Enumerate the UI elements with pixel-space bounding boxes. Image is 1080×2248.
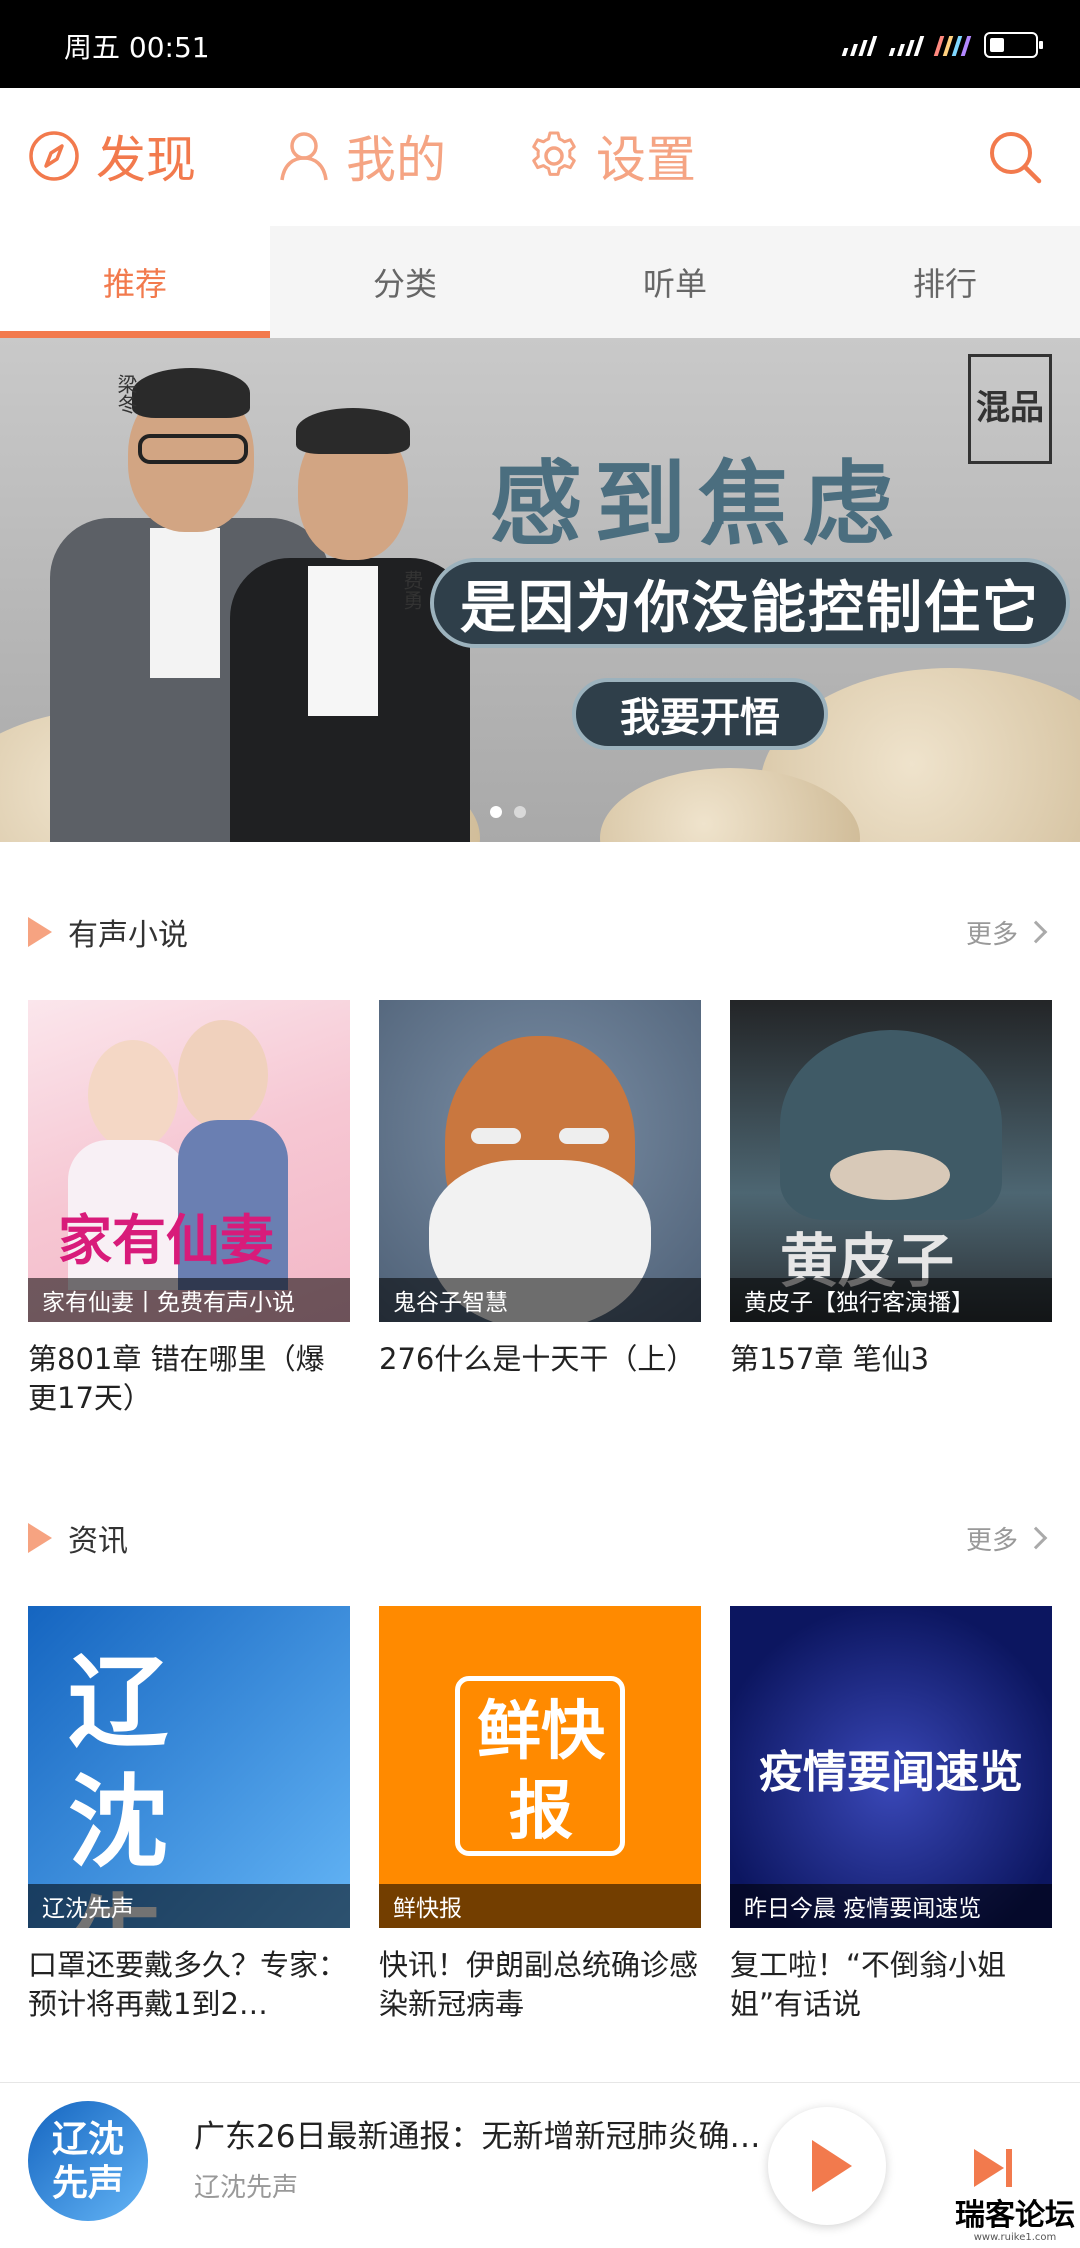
album-cover: 鲜快报 鲜快报: [379, 1606, 701, 1928]
nav-discover[interactable]: 发现: [26, 124, 196, 189]
nav-mine[interactable]: 我的: [276, 124, 446, 189]
host-left-name: 梁冬: [114, 374, 138, 414]
section-header-audio-novels: 有声小说 更多: [28, 908, 1052, 956]
player-cover-text: 辽沈先声: [51, 2118, 124, 2204]
tab-category[interactable]: 分类: [270, 226, 540, 338]
player-track-title: 广东26日最新通报：无新增新冠肺炎确…: [194, 2119, 761, 2155]
tab-playlist[interactable]: 听单: [540, 226, 810, 338]
more-label: 更多: [965, 1525, 1018, 1556]
compass-icon: [29, 131, 79, 181]
nav-settings-label: 设置: [596, 131, 696, 189]
tab-ranking[interactable]: 排行: [810, 226, 1080, 338]
cover-art-text: 疫情要闻速览: [759, 1747, 1023, 1798]
episode-title: 第801章 错在哪里（爆更17天）: [28, 1342, 325, 1415]
episode-title: 第157章 笔仙3: [730, 1342, 930, 1376]
album-card[interactable]: 家有仙妻 家有仙妻丨免费有声小说 第801章 错在哪里（爆更17天）: [28, 1000, 350, 1420]
album-cover: 鬼谷子智慧: [379, 1000, 701, 1322]
album-name: 鲜快报: [379, 1884, 701, 1928]
album-card[interactable]: 疫情要闻速览 昨日今晨 疫情要闻速览 复工啦！“不倒翁小姐姐”有话说: [730, 1606, 1052, 2026]
brand-seal-text: 混品: [976, 388, 1044, 429]
watermark: 瑞客论坛 www.ruike1.com: [950, 2196, 1080, 2248]
user-icon: [280, 132, 328, 181]
banner-title: 感到焦虑: [490, 450, 907, 558]
category-tabs: 推荐 分类 听单 排行: [0, 226, 1080, 338]
mini-player[interactable]: 辽沈先声 广东26日最新通报：无新增新冠肺炎确… 辽沈先声 瑞客论坛 www.r…: [0, 2082, 1080, 2248]
host-right-name: 费勇: [400, 570, 424, 610]
album-card[interactable]: 鲜快报 鲜快报 快讯！伊朗副总统确诊感染新冠病毒: [379, 1606, 701, 2026]
album-cover: 辽沈先声 辽沈先声: [28, 1606, 350, 1928]
album-cover: 家有仙妻 家有仙妻丨免费有声小说: [28, 1000, 350, 1322]
carousel-dot: [490, 806, 502, 818]
top-nav: 发现 我的 设置: [0, 88, 1080, 226]
album-name: 家有仙妻丨免费有声小说: [28, 1278, 350, 1322]
player-cover[interactable]: 辽沈先声: [28, 2101, 148, 2221]
chevron-right-icon: [1024, 1526, 1048, 1550]
section-title: 有声小说: [68, 918, 188, 953]
wifi-icon: [933, 34, 972, 56]
banner-cta-button[interactable]: 我要开悟: [572, 678, 828, 750]
play-button[interactable]: [768, 2107, 886, 2225]
album-card[interactable]: 辽沈先声 辽沈先声 口罩还要戴多久？专家：预计将再戴1到2…: [28, 1606, 350, 2026]
player-album-name: 辽沈先声: [194, 2173, 299, 2203]
section-marker-icon: [28, 917, 52, 947]
more-link[interactable]: 更多: [966, 914, 1052, 951]
cover-art-text: 家有仙妻: [58, 1208, 274, 1272]
album-cover: 黄皮子 黄皮子【独行客演播】: [730, 1000, 1052, 1322]
chevron-right-icon: [1024, 920, 1048, 944]
news-list: 辽沈先声 辽沈先声 口罩还要戴多久？专家：预计将再戴1到2… 鲜快报 鲜快报 快…: [28, 1606, 1052, 2026]
watermark-text: 瑞客论坛: [955, 2198, 1075, 2233]
battery-icon: [984, 32, 1043, 58]
signal-icon: [841, 34, 878, 56]
episode-title: 276什么是十天干（上）: [379, 1342, 696, 1376]
audio-novel-list: 家有仙妻 家有仙妻丨免费有声小说 第801章 错在哪里（爆更17天） 鬼谷子智慧…: [28, 1000, 1052, 1420]
tab-recommend[interactable]: 推荐: [0, 226, 270, 338]
nav-discover-label: 发现: [96, 131, 196, 189]
status-icons: [841, 30, 1043, 60]
carousel-dot: [514, 806, 526, 818]
section-header-news: 资讯 更多: [28, 1514, 1052, 1562]
more-label: 更多: [965, 919, 1018, 950]
album-name: 昨日今晨 疫情要闻速览: [730, 1884, 1052, 1928]
album-cover: 疫情要闻速览 昨日今晨 疫情要闻速览: [730, 1606, 1052, 1928]
section-marker-icon: [28, 1523, 52, 1553]
album-name: 黄皮子【独行客演播】: [730, 1278, 1052, 1322]
gear-icon: [532, 131, 576, 176]
nav-settings[interactable]: 设置: [526, 124, 696, 189]
next-track-icon[interactable]: [968, 2145, 1018, 2191]
album-name: 辽沈先声: [28, 1884, 350, 1928]
status-time: 周五 00:51: [64, 31, 210, 64]
episode-title: 复工啦！“不倒翁小姐姐”有话说: [730, 1948, 1007, 2021]
promo-banner[interactable]: 梁冬 费勇 混品 感到焦虑 是因为你没能控制住它 我要开悟: [0, 338, 1080, 842]
section-title: 资讯: [68, 1524, 128, 1559]
more-link[interactable]: 更多: [966, 1520, 1052, 1557]
cover-art-text: 鲜快报: [477, 1694, 605, 1849]
album-card[interactable]: 黄皮子 黄皮子【独行客演播】 第157章 笔仙3: [730, 1000, 1052, 1420]
watermark-url: www.ruike1.com: [973, 2232, 1057, 2243]
search-icon[interactable]: [986, 128, 1044, 186]
album-name: 鬼谷子智慧: [379, 1278, 701, 1322]
status-bar: 周五 00:51: [0, 0, 1080, 88]
banner-subtitle: 是因为你没能控制住它: [430, 558, 1070, 648]
episode-title: 口罩还要戴多久？专家：预计将再戴1到2…: [28, 1948, 348, 2021]
signal-2-icon: [888, 34, 925, 56]
carousel-indicator: [490, 806, 526, 818]
album-card[interactable]: 鬼谷子智慧 276什么是十天干（上）: [379, 1000, 701, 1420]
episode-title: 快讯！伊朗副总统确诊感染新冠病毒: [379, 1948, 699, 2021]
brand-seal: 混品: [968, 354, 1052, 464]
nav-mine-label: 我的: [346, 131, 446, 189]
